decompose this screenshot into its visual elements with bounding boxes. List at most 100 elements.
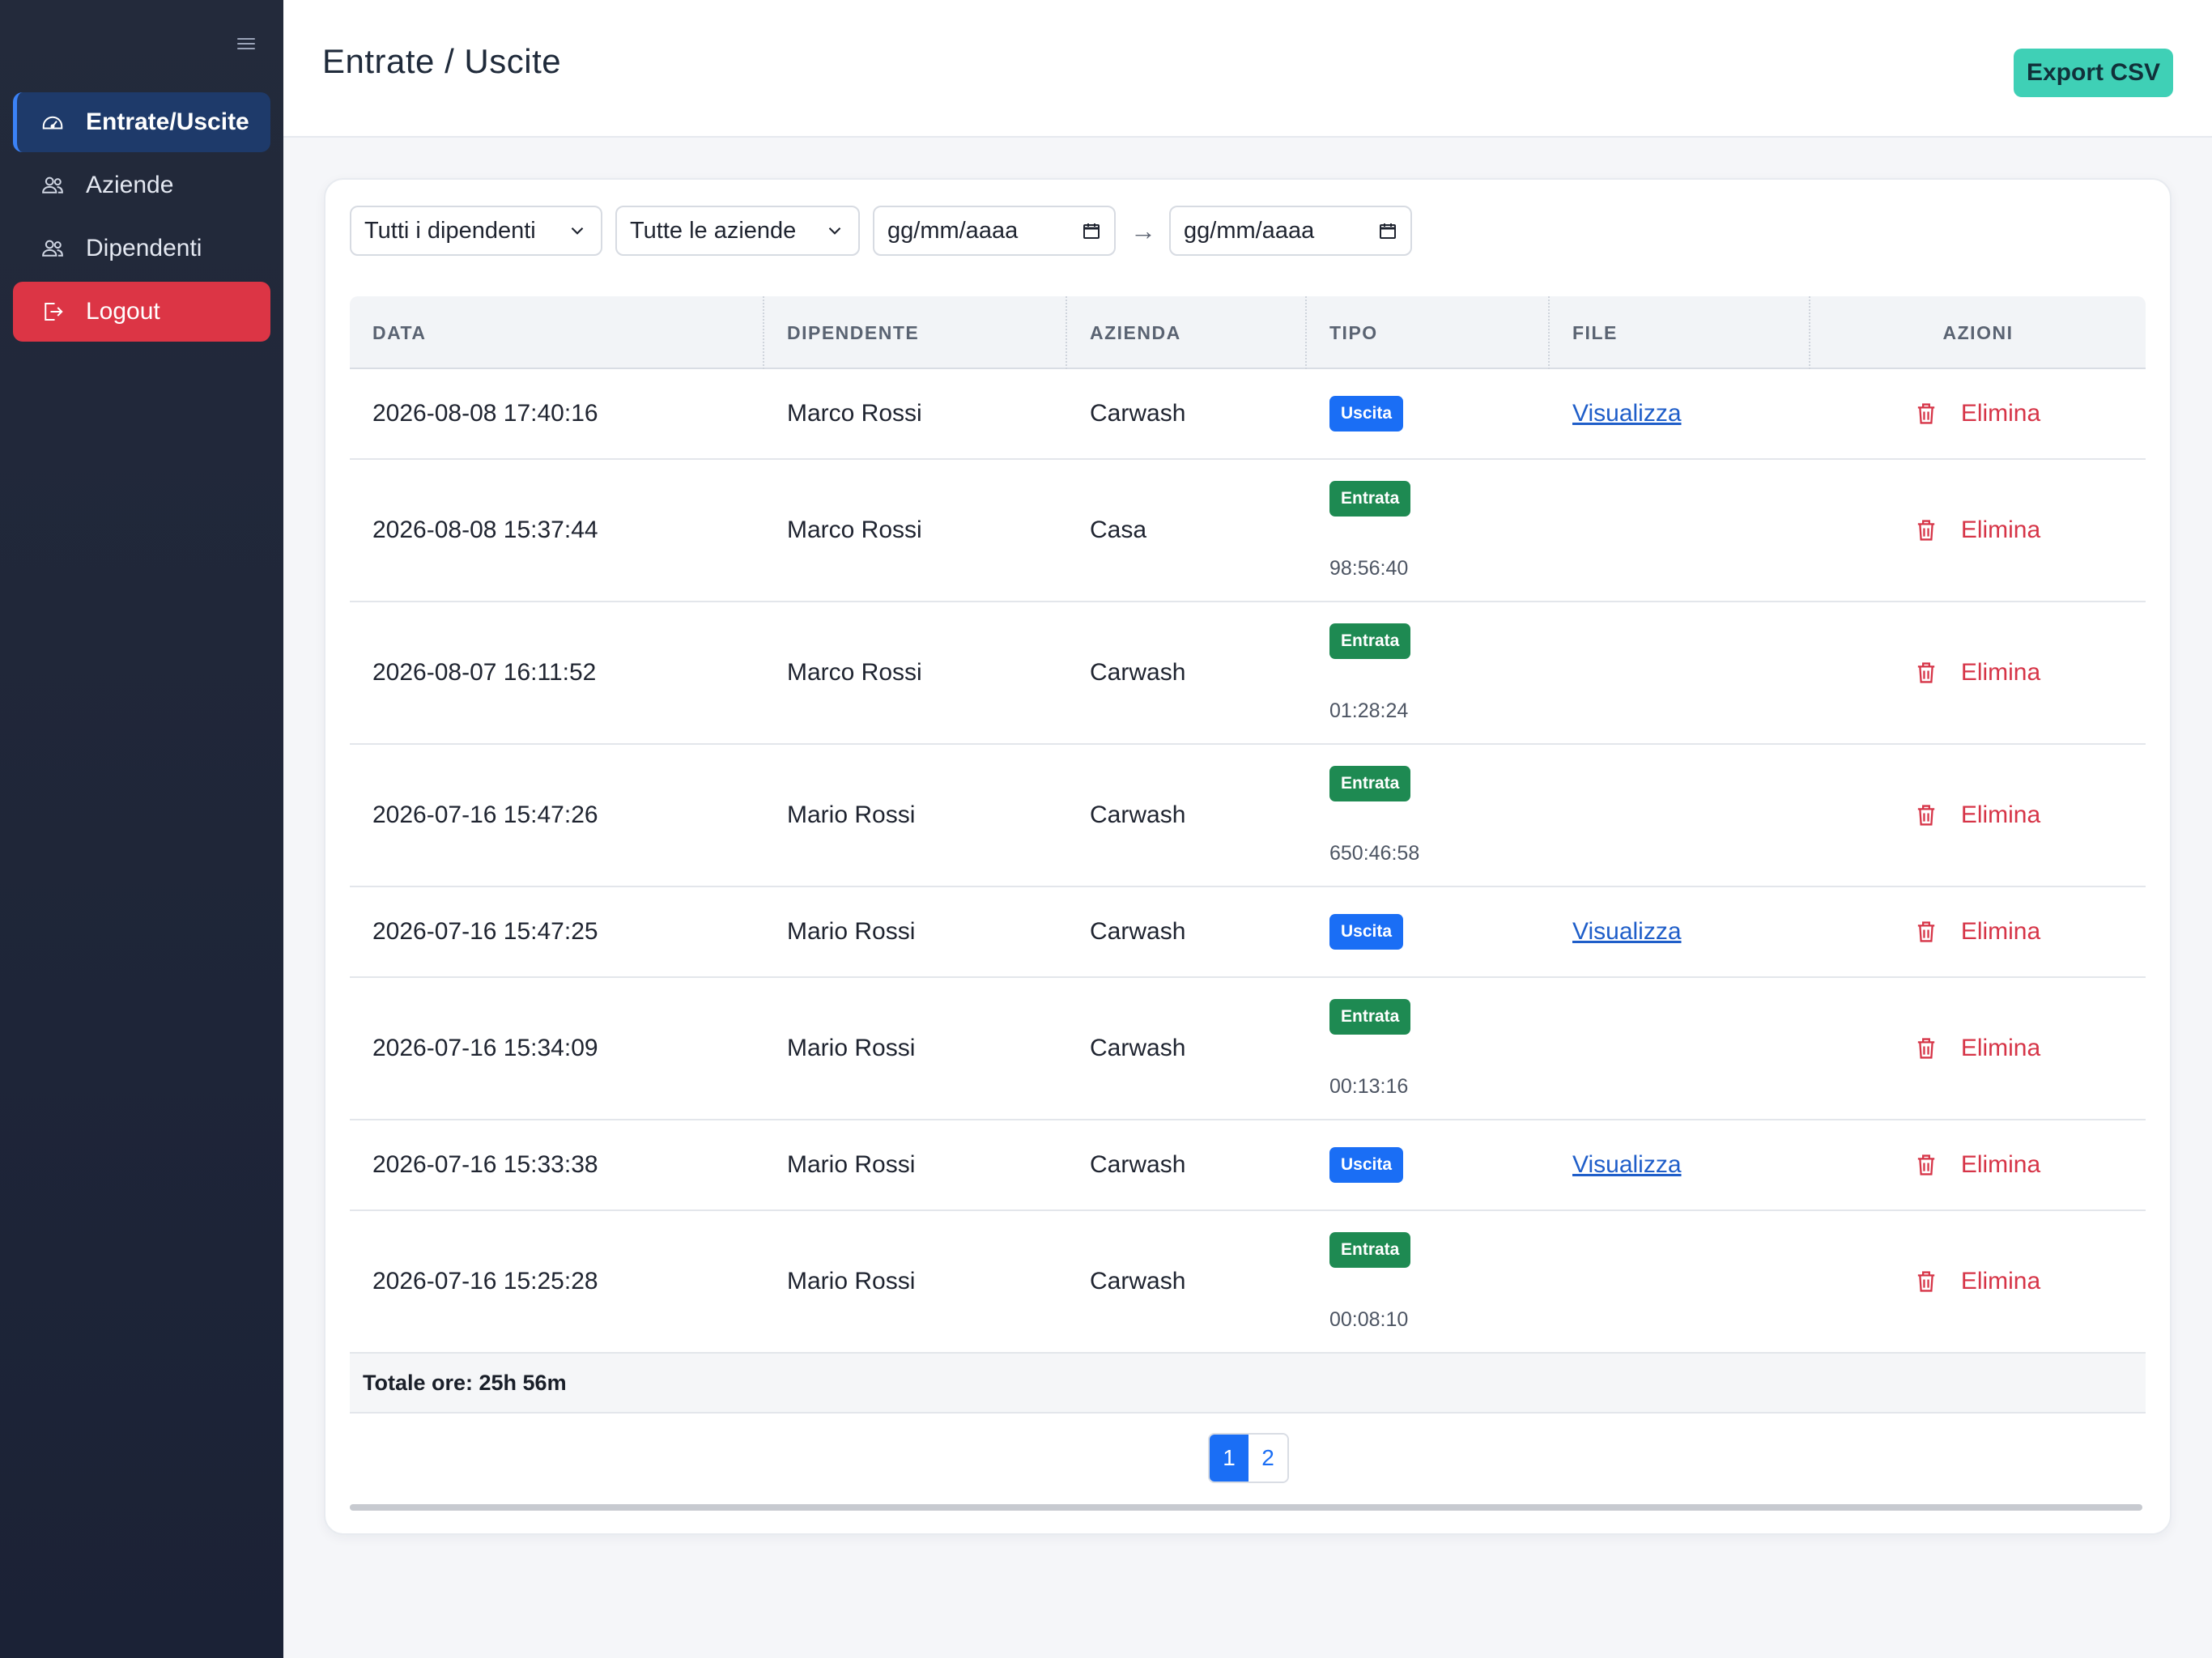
cell-file: Visualizza [1550,1120,1810,1209]
sidebar-item-dipendenti[interactable]: Dipendenti [13,219,270,278]
chevron-down-icon [567,220,588,241]
delete-button[interactable]: Elimina [1916,1035,2040,1062]
sidebar-item-entrate-uscite[interactable]: Entrate/Uscite [13,92,270,152]
cell-tipo: Entrata 00:13:16 [1307,978,1550,1119]
delete-label: Elimina [1960,1035,2041,1061]
cell-data: 2026-08-07 16:11:52 [372,659,597,686]
date-to-input[interactable]: gg/mm/aaaa [1169,206,1412,256]
date-from-value: gg/mm/aaaa [887,217,1019,244]
cell-tipo: Entrata 01:28:24 [1307,602,1550,743]
table-row: 2026-07-16 15:47:25 Mario Rossi Carwash Usc… [350,887,2146,978]
view-file-link[interactable]: Visualizza [1572,1151,1682,1179]
calendar-icon[interactable] [1378,221,1397,240]
table-body: 2026-08-08 17:40:16 Marco Rossi Carwash Usc… [350,369,2146,1354]
cell-azienda: Carwash [1090,801,1186,828]
logout-icon [39,298,66,325]
logout-button[interactable]: Logout [13,282,270,342]
cell-azienda: Carwash [1090,659,1186,686]
entries-card: Tutti i dipendenti Tutte le aziende gg/m… [324,178,2172,1535]
cell-azioni: Elimina [1810,978,2146,1119]
cell-azienda: Casa [1090,517,1147,543]
page-title: Entrate / Uscite [322,42,562,80]
type-badge: Uscita [1329,1147,1404,1183]
cell-azienda: Carwash [1090,400,1186,427]
page-button-2[interactable]: 2 [1249,1435,1287,1482]
delete-label: Elimina [1960,517,2041,543]
calendar-icon[interactable] [1082,221,1101,240]
cell-tipo: Uscita [1307,887,1550,976]
employee-select[interactable]: Tutti i dipendenti [350,206,602,256]
delete-button[interactable]: Elimina [1916,801,2040,829]
horizontal-scrollbar[interactable] [350,1504,2142,1511]
sidebar-item-label: Dipendenti [86,235,202,261]
cell-azioni: Elimina [1810,1211,2146,1352]
cell-azioni: Elimina [1810,887,2146,976]
delete-label: Elimina [1960,1268,2041,1295]
cell-azienda: Carwash [1090,918,1186,945]
delete-button[interactable]: Elimina [1916,1151,2040,1179]
users-icon [39,172,66,199]
trash-icon [1916,920,1937,943]
logout-label: Logout [86,298,160,325]
cell-azioni: Elimina [1810,1120,2146,1209]
cell-dipendente: Marco Rossi [787,517,922,543]
cell-azienda: Carwash [1090,1268,1186,1295]
cell-dipendente: Mario Rossi [787,918,916,945]
cell-data: 2026-07-16 15:34:09 [372,1035,598,1061]
sidebar-item-aziende[interactable]: Aziende [13,155,270,215]
cell-file [1550,745,1810,886]
cell-data: 2026-08-08 17:40:16 [372,400,598,427]
trash-icon [1916,661,1937,684]
duration-text: 650:46:58 [1329,841,1420,865]
employee-select-value: Tutti i dipendenti [364,217,536,244]
delete-button[interactable]: Elimina [1916,400,2040,427]
trash-icon [1916,1154,1937,1176]
export-csv-button[interactable]: Export CSV [2013,49,2173,97]
column-header-data[interactable]: DATA [350,296,764,369]
sidebar-item-label: Aziende [86,172,174,198]
page-button-1[interactable]: 1 [1210,1435,1249,1482]
duration-text: 01:28:24 [1329,699,1409,722]
type-badge: Uscita [1329,914,1404,950]
cell-azioni: Elimina [1810,745,2146,886]
dashboard-icon [39,108,66,136]
view-file-link[interactable]: Visualizza [1572,400,1682,427]
cell-dipendente: Marco Rossi [787,659,922,686]
delete-button[interactable]: Elimina [1916,1268,2040,1295]
cell-dipendente: Mario Rossi [787,1268,916,1295]
delete-label: Elimina [1960,918,2041,945]
column-header-azienda[interactable]: AZIENDA [1067,296,1307,369]
trash-icon [1916,519,1937,542]
cell-file [1550,460,1810,601]
view-file-link[interactable]: Visualizza [1572,918,1682,946]
table-row: 2026-07-16 15:25:28 Mario Rossi Carwash Ent… [350,1211,2146,1354]
delete-button[interactable]: Elimina [1916,918,2040,946]
cell-tipo: Entrata 98:56:40 [1307,460,1550,601]
duration-text: 98:56:40 [1329,556,1409,580]
column-header-file[interactable]: FILE [1550,296,1810,369]
cell-data: 2026-07-16 15:47:25 [372,918,598,945]
delete-label: Elimina [1960,801,2041,828]
company-select-value: Tutte le aziende [630,217,797,244]
date-from-input[interactable]: gg/mm/aaaa [873,206,1116,256]
trash-icon [1916,402,1937,425]
company-select[interactable]: Tutte le aziende [615,206,860,256]
cell-data: 2026-07-16 15:25:28 [372,1268,598,1295]
delete-button[interactable]: Elimina [1916,517,2040,544]
cell-dipendente: Mario Rossi [787,801,916,828]
menu-toggle-icon[interactable] [235,32,257,55]
cell-file [1550,978,1810,1119]
users-icon [39,235,66,262]
date-to-value: gg/mm/aaaa [1184,217,1315,244]
delete-button[interactable]: Elimina [1916,659,2040,687]
filters-bar: Tutti i dipendenti Tutte le aziende gg/m… [350,206,1425,256]
column-header-dipendente[interactable]: DIPENDENTE [764,296,1067,369]
trash-icon [1916,1270,1937,1293]
cell-tipo: Entrata 650:46:58 [1307,745,1550,886]
column-header-azioni: AZIONI [1942,321,2014,343]
cell-data: 2026-07-16 15:33:38 [372,1151,598,1178]
page-header: Entrate / Uscite Export CSV [283,0,2212,138]
entries-table: DATA DIPENDENTE AZIENDA TIPO FILE AZIONI… [350,296,2146,1414]
cell-dipendente: Mario Rossi [787,1151,916,1178]
column-header-tipo[interactable]: TIPO [1307,296,1550,369]
